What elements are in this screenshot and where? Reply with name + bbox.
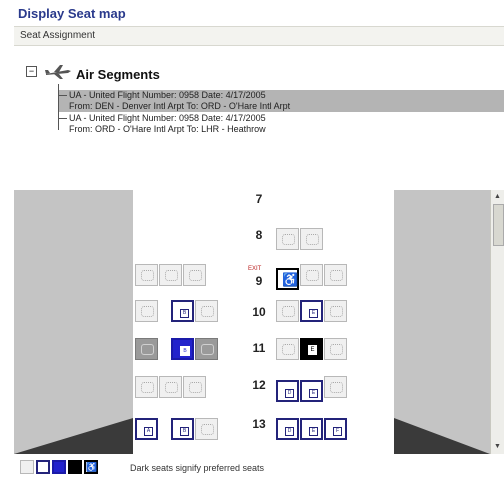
segment-1-route: From: DEN - Denver Intl Arpt To: ORD - O… <box>69 101 291 111</box>
row-number: 11 <box>252 341 266 355</box>
seat-11E[interactable]: E <box>300 338 323 360</box>
title-bar: Display Seat map <box>0 0 504 21</box>
seat-13A[interactable]: A <box>135 418 158 440</box>
seat-8D[interactable] <box>276 228 299 250</box>
seat-9C[interactable] <box>183 264 206 286</box>
seat-10B[interactable]: B <box>171 300 194 322</box>
seat-letter: A <box>144 427 153 436</box>
seat-10C[interactable] <box>195 300 218 322</box>
row-number: 10 <box>252 305 266 319</box>
legend-wheelchair-icon: ♿ <box>84 460 98 474</box>
legend-selected-seat-icon <box>52 460 66 474</box>
tree-branch <box>59 95 67 96</box>
segment-item-1[interactable]: UA - United Flight Number: 0958 Date: 4/… <box>59 90 504 112</box>
seat-13D[interactable]: D <box>276 418 299 440</box>
wheelchair-icon: ♿ <box>282 272 299 287</box>
seat-13E[interactable]: E <box>300 418 323 440</box>
seat-13B[interactable]: B <box>171 418 194 440</box>
seat-letter: E <box>309 427 318 436</box>
seat-11B[interactable]: B <box>171 338 194 360</box>
row-number: 8 <box>255 228 263 242</box>
tree-root-label[interactable]: Air Segments <box>76 67 160 82</box>
seat-9F[interactable] <box>324 264 347 286</box>
seat-letter: D <box>285 427 294 436</box>
seat-12B[interactable] <box>159 376 182 398</box>
seat-map-panel: 7 8 9 EXIT 10 11 12 13 ♿ B E B E D E A B… <box>14 190 504 454</box>
exit-row-label: EXIT <box>248 266 262 272</box>
legend-text: Dark seats signify preferred seats <box>130 463 265 473</box>
seat-13F[interactable]: F <box>324 418 347 440</box>
legend-available-seat-icon <box>20 460 34 474</box>
seat-12F[interactable] <box>324 376 347 398</box>
seat-12D[interactable]: D <box>276 380 299 402</box>
seat-12C[interactable] <box>183 376 206 398</box>
segment-2-route: From: ORD - O'Hare Intl Arpt To: LHR - H… <box>69 124 266 134</box>
seat-legend: ♿ Dark seats signify preferred seats <box>14 456 504 480</box>
window-title: Display Seat map <box>18 6 126 21</box>
row-number: 9 <box>255 274 263 288</box>
legend-dark-seat-icon <box>68 460 82 474</box>
airplane-icon <box>45 65 71 79</box>
seat-letter: E <box>309 389 318 398</box>
segment-item-2[interactable]: UA - United Flight Number: 0958 Date: 4/… <box>59 113 504 135</box>
seat-8E[interactable] <box>300 228 323 250</box>
seat-10F[interactable] <box>324 300 347 322</box>
seat-11A[interactable] <box>135 338 158 360</box>
collapse-toggle[interactable]: − <box>26 66 37 77</box>
legend-icons: ♿ <box>20 460 118 476</box>
seat-letter: B <box>180 309 189 318</box>
scroll-up-icon[interactable]: ▲ <box>493 192 502 201</box>
seat-10A[interactable] <box>135 300 158 322</box>
seat-map-scrollbar[interactable]: ▲ ▼ <box>490 190 504 454</box>
window-left-border <box>0 0 14 480</box>
seat-13C[interactable] <box>195 418 218 440</box>
seat-9E[interactable] <box>300 264 323 286</box>
tree-branch <box>59 118 67 119</box>
segment-1-flight: UA - United Flight Number: 0958 Date: 4/… <box>69 90 266 100</box>
seat-letter: E <box>308 345 317 355</box>
row-number: 13 <box>252 417 266 431</box>
menu-bar: Seat Assignment <box>14 26 504 46</box>
legend-preferred-seat-icon <box>36 460 50 474</box>
seat-letter: B <box>180 346 190 356</box>
row-number: 12 <box>252 378 266 392</box>
seat-9A[interactable] <box>135 264 158 286</box>
seat-9B[interactable] <box>159 264 182 286</box>
seat-12E[interactable]: E <box>300 380 323 402</box>
seat-11D[interactable] <box>276 338 299 360</box>
menu-item-seat-assignment[interactable]: Seat Assignment <box>20 30 95 41</box>
seat-letter: F <box>333 427 342 436</box>
seat-10D[interactable] <box>276 300 299 322</box>
scroll-down-icon[interactable]: ▼ <box>493 442 502 451</box>
seat-letter: D <box>285 389 294 398</box>
seat-9D[interactable]: ♿ <box>276 268 299 290</box>
seat-letter: B <box>180 427 189 436</box>
seat-letter: E <box>309 309 318 318</box>
seat-11F[interactable] <box>324 338 347 360</box>
segment-2-flight: UA - United Flight Number: 0958 Date: 4/… <box>69 113 266 123</box>
cabin-area: 7 8 9 EXIT 10 11 12 13 ♿ B E B E D E A B… <box>133 190 394 454</box>
seat-11C[interactable] <box>195 338 218 360</box>
scroll-thumb[interactable] <box>493 204 504 246</box>
row-number: 7 <box>255 192 263 206</box>
seat-12A[interactable] <box>135 376 158 398</box>
segment-tree: − Air Segments UA - United Flight Number… <box>14 56 504 186</box>
seat-10E[interactable]: E <box>300 300 323 322</box>
